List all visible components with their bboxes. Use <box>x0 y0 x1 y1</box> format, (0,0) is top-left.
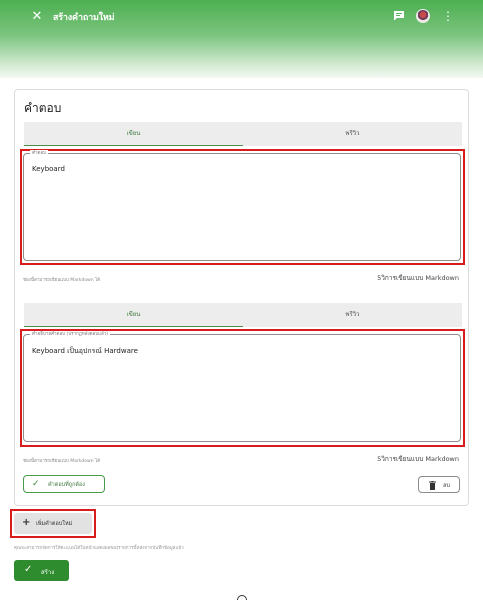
answer-field-label: คำตอบ <box>30 150 49 157</box>
tab-preview[interactable]: พรีวิว <box>243 122 462 146</box>
card-title: คำตอบ <box>24 101 62 115</box>
page-title: สร้างคำถามใหม่ <box>53 13 115 23</box>
markdown-help-link[interactable]: 5วิการเขียนแบบ Markdown <box>377 454 459 464</box>
add-answer-button[interactable]: + เพิ่มคำตอบใหม่ <box>14 513 92 534</box>
score-note: คุณจะสามารถจัดการให้คะแนนได้ในหน้าแสดงผล… <box>14 546 184 551</box>
answer-field[interactable]: คำตอบ Keyboard <box>23 150 461 261</box>
explanation-field-value: Keyboard เป็นอุปกรณ์ Hardware <box>32 347 138 355</box>
avatar[interactable] <box>416 9 430 23</box>
editor-tabs-explanation: เขียน พรีวิว <box>24 303 462 327</box>
answer-field-value: Keyboard <box>32 165 65 173</box>
editor-tabs-answer: เขียน พรีวิว <box>24 122 462 146</box>
correct-answer-button[interactable]: ✓ คำตอบที่ถูกต้อง <box>23 475 105 493</box>
explanation-field-label: คำอธิบายคำตอบ (ปรากฏหลังตอบแล้ว) <box>30 331 111 338</box>
close-icon[interactable]: ✕ <box>29 9 45 25</box>
tab-write[interactable]: เขียน <box>24 122 243 146</box>
check-icon: ✓ <box>24 564 33 575</box>
trash-icon <box>429 481 436 490</box>
tab-preview[interactable]: พรีวิว <box>243 303 462 327</box>
markdown-help-link[interactable]: 5วิการเขียนแบบ Markdown <box>377 273 459 283</box>
delete-label: ลบ <box>443 483 450 489</box>
tab-write[interactable]: เขียน <box>24 303 243 327</box>
delete-button[interactable]: ลบ <box>418 476 460 493</box>
correct-answer-label: คำตอบที่ถูกต้อง <box>48 482 85 488</box>
message-icon[interactable] <box>393 10 405 21</box>
check-icon: ✓ <box>32 479 40 489</box>
more-vert-icon[interactable]: ⋮ <box>442 9 454 23</box>
plus-icon: + <box>22 517 31 528</box>
create-button[interactable]: ✓ สร้าง <box>14 560 69 581</box>
create-label: สร้าง <box>41 569 55 576</box>
help-icon[interactable] <box>237 595 247 600</box>
add-answer-label: เพิ่มคำตอบใหม่ <box>36 521 73 527</box>
explanation-field[interactable]: คำอธิบายคำตอบ (ปรากฏหลังตอบแล้ว) Keyboar… <box>23 331 461 442</box>
app-header: ✕ สร้างคำถามใหม่ ⋮ <box>0 0 483 78</box>
markdown-hint: ช่องนี้สามารถเขียนแบบ Markdown ได้ <box>23 278 101 283</box>
markdown-hint: ช่องนี้สามารถเขียนแบบ Markdown ได้ <box>23 459 101 464</box>
